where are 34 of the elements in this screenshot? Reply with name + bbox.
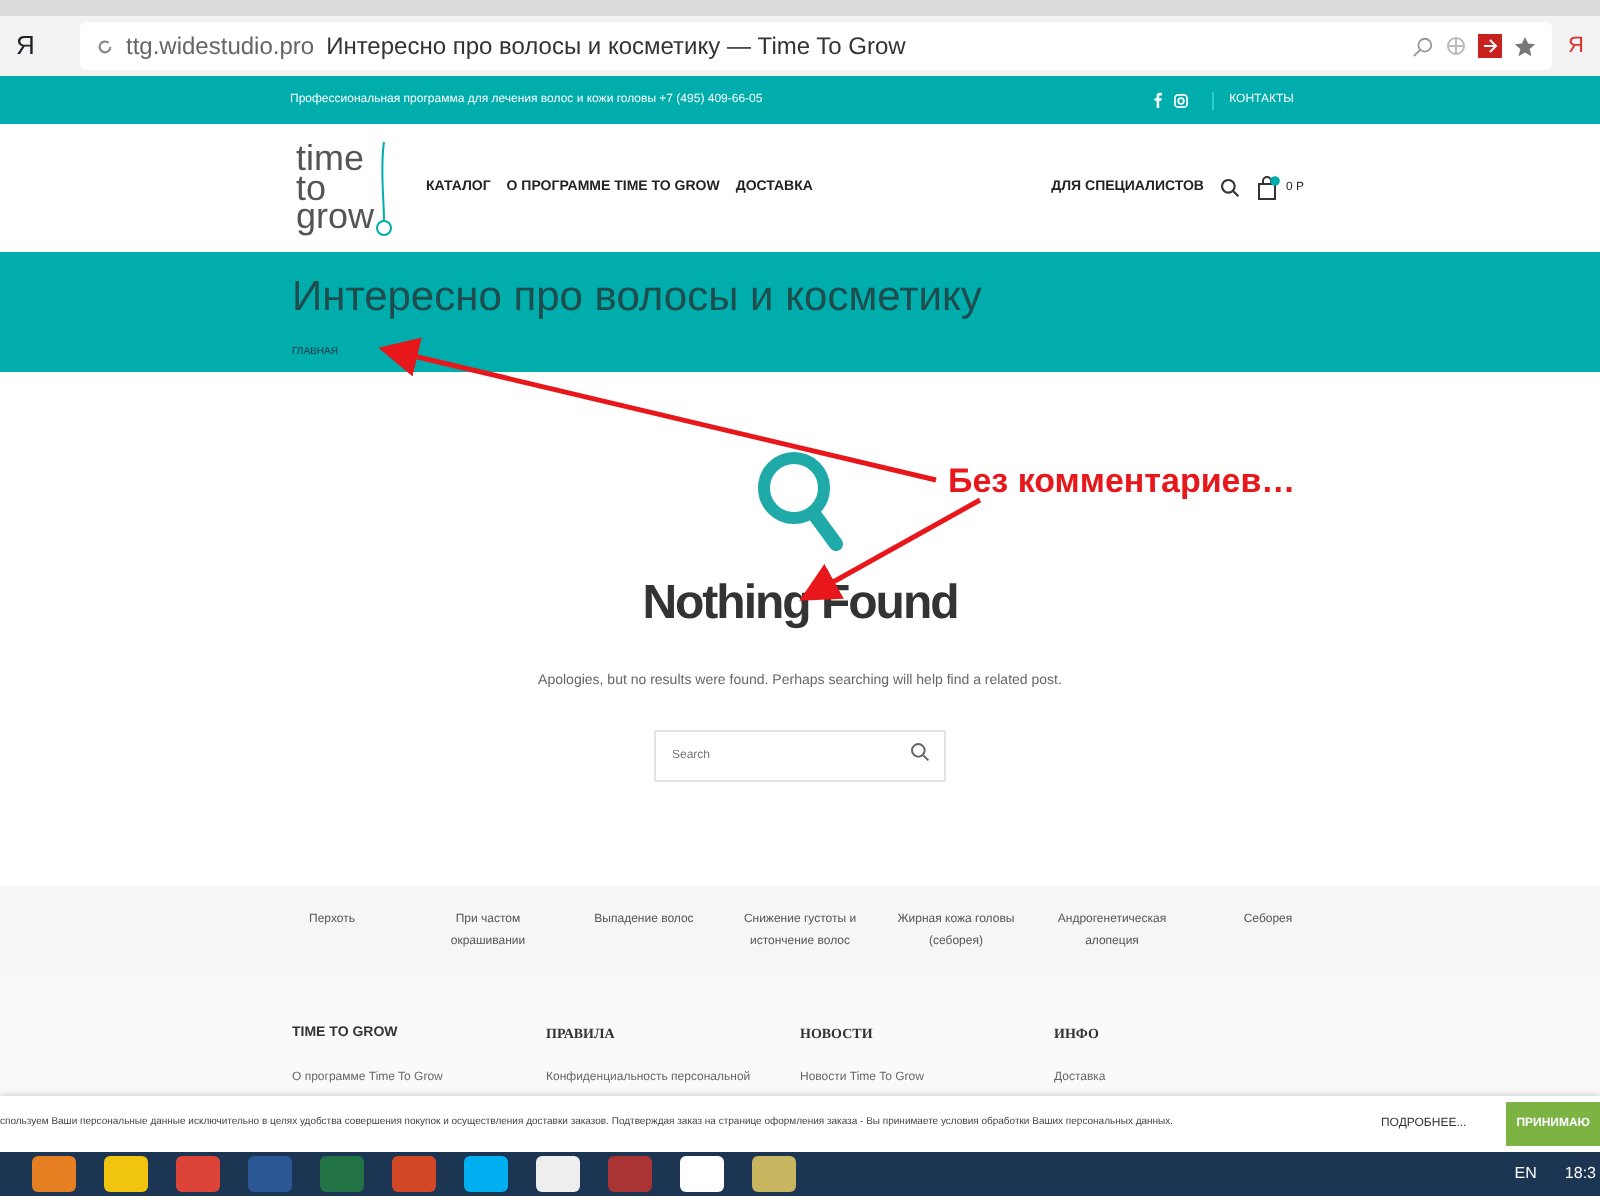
- taskbar-app-icon[interactable]: [752, 1156, 796, 1192]
- logo-text[interactable]: to: [296, 173, 375, 203]
- taskbar-app-icon[interactable]: [608, 1156, 652, 1192]
- shopping-bag-icon[interactable]: [1255, 176, 1280, 200]
- address-field[interactable]: ttg.widestudio.pro Интересно про волосы и косметику — Time To Grow: [80, 22, 1553, 70]
- extension-icon[interactable]: [1478, 34, 1503, 58]
- hair-icon: [374, 138, 395, 238]
- clock-text: 18:3: [1564, 1162, 1596, 1186]
- search-icon: [754, 448, 846, 552]
- page-heading: Интересно про волосы и косметику: [292, 272, 984, 323]
- url-text: ttg.widestudio.pro: [126, 30, 315, 64]
- taskbar-app-icon[interactable]: [536, 1156, 580, 1192]
- logo-text[interactable]: grow: [296, 202, 375, 232]
- browser-logo[interactable]: Я: [16, 26, 64, 66]
- taskbar-app-icon[interactable]: [176, 1156, 220, 1192]
- taskbar-app-icon[interactable]: [680, 1156, 724, 1192]
- taskbar-app-icon[interactable]: [32, 1156, 76, 1192]
- camera-icon[interactable]: [1173, 93, 1188, 107]
- page-title-text: Интересно про волосы и косметику — Time To Grow: [326, 30, 906, 64]
- taskbar-app-icon[interactable]: [392, 1156, 436, 1192]
- annotation-text: Без комментариев…: [948, 460, 1296, 504]
- taskbar-app-icon[interactable]: [320, 1156, 364, 1192]
- taskbar-app-icon[interactable]: [104, 1156, 148, 1192]
- language-indicator[interactable]: EN: [1514, 1162, 1537, 1186]
- taskbar-app-icon[interactable]: [464, 1156, 508, 1192]
- search-icon[interactable]: [910, 741, 930, 761]
- star-icon[interactable]: [1514, 35, 1537, 57]
- taskbar-app-icon[interactable]: [248, 1156, 292, 1192]
- search-icon[interactable]: [1219, 178, 1240, 198]
- facebook-icon[interactable]: [1153, 92, 1162, 108]
- logo-text[interactable]: time: [296, 144, 375, 174]
- profile-button[interactable]: Я: [1568, 29, 1584, 63]
- globe-icon[interactable]: [1446, 36, 1467, 56]
- reload-icon[interactable]: [96, 37, 114, 55]
